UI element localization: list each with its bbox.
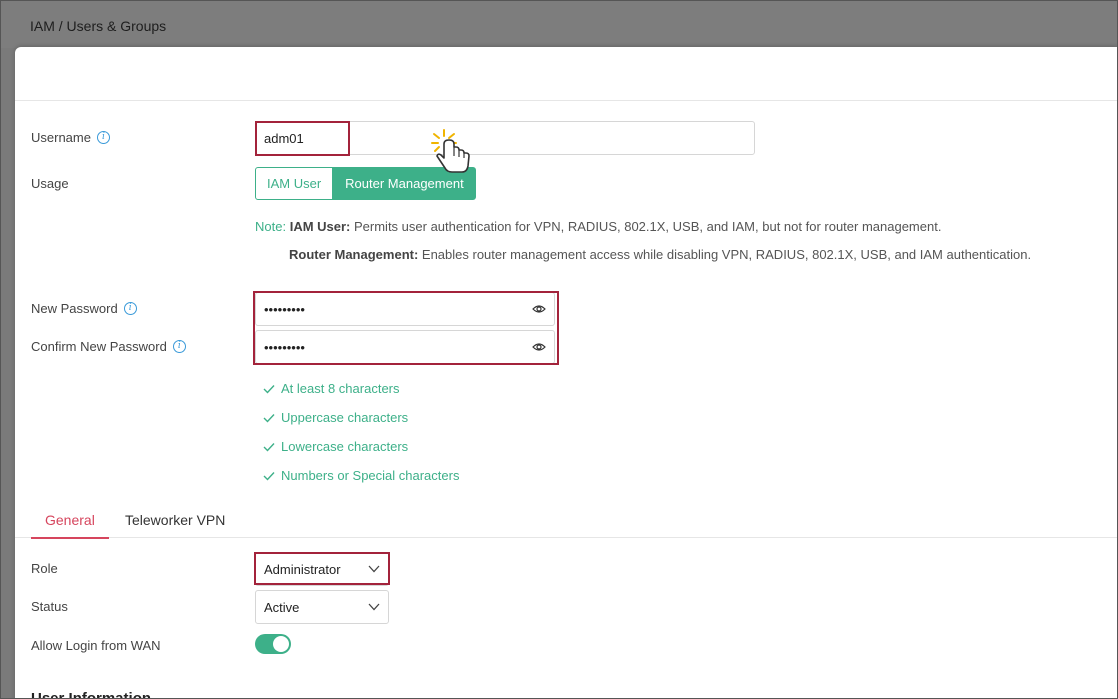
username-label: Username i bbox=[31, 130, 110, 145]
role-label: Role bbox=[31, 561, 58, 576]
password-rule: At least 8 characters bbox=[263, 381, 400, 396]
tab-bar: General Teleworker VPN bbox=[15, 502, 1118, 539]
check-icon bbox=[263, 442, 275, 452]
info-icon[interactable]: i bbox=[123, 302, 137, 315]
chevron-down-icon bbox=[368, 603, 380, 611]
info-icon[interactable]: i bbox=[172, 340, 186, 353]
usage-option-iam-user[interactable]: IAM User bbox=[255, 167, 334, 200]
check-icon bbox=[263, 413, 275, 423]
password-rule: Uppercase characters bbox=[263, 410, 408, 425]
eye-icon[interactable] bbox=[532, 341, 546, 353]
breadcrumb: IAM / Users & Groups bbox=[30, 18, 167, 34]
user-information-title: User Information bbox=[31, 690, 152, 699]
hand-cursor-icon bbox=[431, 129, 470, 173]
role-select[interactable]: Administrator bbox=[255, 552, 389, 586]
username-input[interactable]: adm01 bbox=[255, 121, 755, 155]
wan-login-toggle[interactable] bbox=[255, 634, 291, 654]
usage-note-iam: Note: IAM User: Permits user authenticat… bbox=[255, 219, 942, 234]
user-edit-panel: Username i adm01 Usage IAM User Router M… bbox=[15, 47, 1118, 699]
toggle-knob bbox=[273, 636, 289, 652]
info-icon[interactable]: i bbox=[96, 131, 110, 144]
confirm-password-label: Confirm New Password i bbox=[31, 339, 186, 354]
check-icon bbox=[263, 384, 275, 394]
status-select[interactable]: Active bbox=[255, 590, 389, 624]
password-rule: Lowercase characters bbox=[263, 439, 408, 454]
status-label: Status bbox=[31, 599, 68, 614]
chevron-down-icon bbox=[368, 565, 380, 573]
usage-note-router: Router Management: Enables router manage… bbox=[289, 247, 1032, 262]
usage-label: Usage bbox=[31, 176, 69, 191]
panel-divider bbox=[15, 100, 1118, 101]
password-rule: Numbers or Special characters bbox=[263, 468, 459, 483]
tab-general[interactable]: General bbox=[31, 502, 109, 539]
tab-teleworker-vpn[interactable]: Teleworker VPN bbox=[125, 502, 225, 538]
wan-login-label: Allow Login from WAN bbox=[31, 638, 161, 653]
new-password-input[interactable]: ••••••••• bbox=[255, 292, 555, 326]
new-password-label: New Password i bbox=[31, 301, 137, 316]
top-bar: IAM / Users & Groups bbox=[0, 0, 1118, 48]
eye-icon[interactable] bbox=[532, 303, 546, 315]
check-icon bbox=[263, 471, 275, 481]
confirm-password-input[interactable]: ••••••••• bbox=[255, 330, 555, 364]
